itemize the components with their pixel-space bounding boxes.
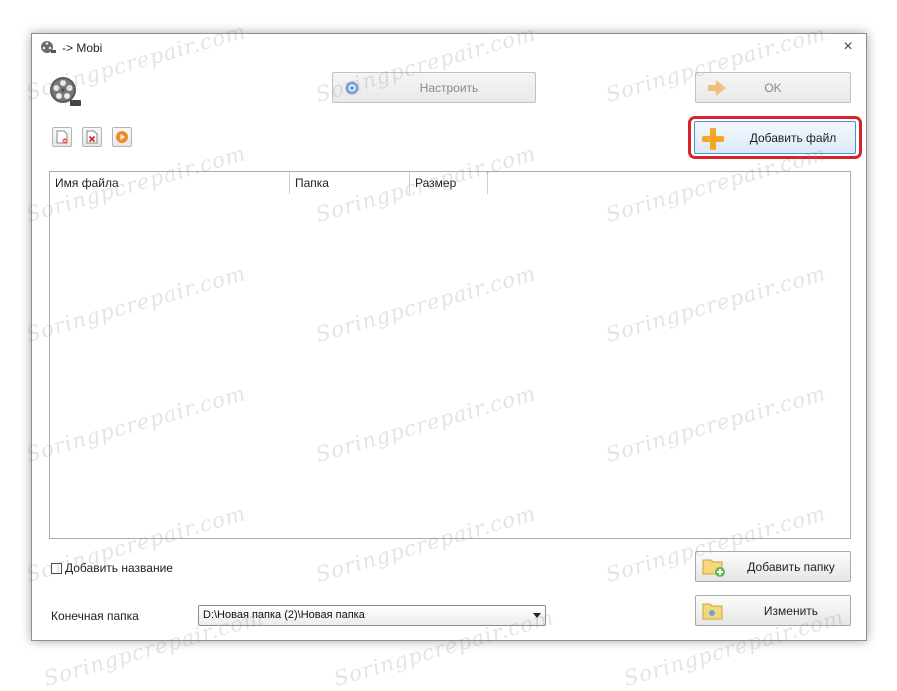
column-header-size[interactable]: Размер [410,172,488,194]
add-title-label: Добавить название [65,561,173,575]
file-list-header: Имя файла Папка Размер [50,172,850,194]
change-label: Изменить [763,603,819,618]
add-folder-label: Добавить папку [747,559,835,574]
ok-label: OK [764,80,782,95]
chevron-down-icon [533,613,541,618]
titlebar: -> Mobi × [32,34,866,60]
column-header-filename[interactable]: Имя файла [50,172,290,194]
play-icon [116,131,128,143]
document-minus-icon [56,130,68,144]
add-file-button[interactable]: Добавить файл [694,121,856,154]
plus-icon [702,128,724,150]
add-file-label: Добавить файл [749,130,837,145]
film-reel-icon [50,77,81,106]
clear-list-button[interactable] [82,127,102,147]
gear-icon [345,81,359,95]
configure-button[interactable]: Настроить [332,72,536,103]
remove-file-button[interactable] [52,127,72,147]
ok-button[interactable]: OK [695,72,851,103]
folder-plus-icon [702,559,725,577]
column-header-folder[interactable]: Папка [290,172,410,194]
add-title-checkbox[interactable] [51,562,62,574]
document-x-icon [86,130,98,144]
add-title-option[interactable]: Добавить название [51,561,173,575]
converter-window: -> Mobi × Настроить OK Добавить файл Имя… [31,33,867,641]
window-title: -> Mobi [62,41,103,55]
folder-icon [702,603,723,620]
destination-value: D:\Новая папка (2)\Новая папка [203,609,365,621]
configure-label: Настроить [419,80,479,95]
destination-dropdown[interactable]: D:\Новая папка (2)\Новая папка [198,605,546,626]
close-button[interactable]: × [836,36,860,58]
film-reel-icon [41,41,56,53]
change-folder-button[interactable]: Изменить [695,595,851,626]
close-icon: × [843,38,853,55]
file-list[interactable]: Имя файла Папка Размер [49,171,851,539]
add-folder-button[interactable]: Добавить папку [695,551,851,582]
play-button[interactable] [112,127,132,147]
destination-label: Конечная папка [51,609,139,623]
